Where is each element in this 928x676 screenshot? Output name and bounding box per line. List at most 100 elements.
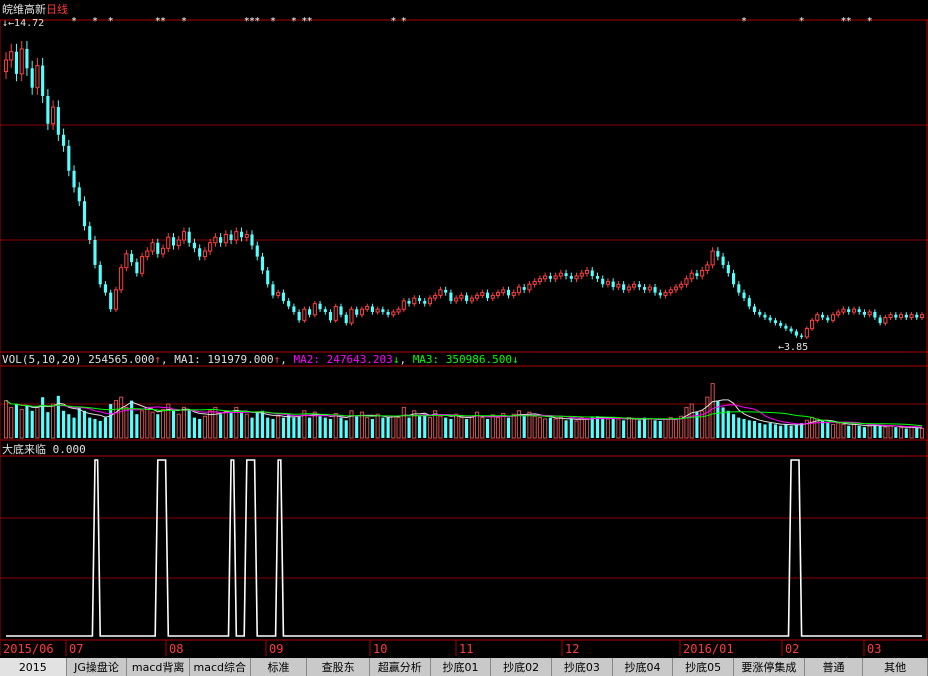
candle-body [898,314,904,319]
volume-bar [130,400,134,438]
candle-body [532,281,537,285]
candle-body [355,309,359,315]
candle-body [841,308,846,313]
volume-bar [339,417,343,438]
candle-body [710,250,715,266]
formula-tab[interactable]: 要涨停集成 [734,658,805,676]
candle-body [260,256,265,271]
candle-body [56,107,60,135]
candle-body [46,96,50,124]
volume-bar [826,423,830,438]
volume-bar [255,412,259,438]
candle-body [794,331,798,336]
volume-bar [663,418,668,439]
candle-body [469,297,474,302]
volume-bar [465,418,469,438]
candle-body [826,317,830,321]
candle-body [506,289,511,296]
stock-chart-canvas[interactable]: * * * * * * * * * * * * * * * * * * * * 2015/06 07 08 09 10 11 12… [0,0,928,658]
volume-bar [888,425,893,439]
ma2-label: MA2: [293,353,320,366]
candle-body [475,294,480,299]
volume-bar [56,395,60,438]
volume-bar [19,408,24,439]
volume-bar [883,426,888,439]
volume-bar [532,415,537,439]
candle-body [281,292,285,301]
formula-tab[interactable]: 抄底04 [613,658,674,676]
formula-tab[interactable]: 抄底05 [673,658,735,676]
formula-tab[interactable]: 查股东 [307,658,370,676]
candle-body [202,250,207,258]
formula-tab[interactable]: JG操盘论 [67,658,128,676]
candle-body [187,231,191,243]
volume-bar [800,423,804,438]
volume-bar [873,424,877,438]
candle-body [731,273,736,285]
candle-body [700,269,705,277]
volume-bar [810,417,815,439]
signal-marker: * [92,16,98,27]
formula-tab[interactable]: macd背离 [127,658,190,676]
candle-body [72,170,76,188]
formula-tab[interactable]: 抄底03 [552,658,613,676]
volume-bar [909,426,914,439]
candle-body [135,262,139,274]
candle-body [668,289,673,294]
volume-bar [14,404,19,438]
volume-bar [35,406,40,439]
date-tick-label: 09 [269,642,283,656]
volume-bar [867,425,872,439]
date-axis: 2015/06 07 08 09 10 11 12 2016/01 02 03 [0,639,928,656]
date-tick-label: 11 [459,642,473,656]
volume-bar [815,418,820,439]
signal-marker: * [867,16,873,27]
candle-body [255,245,259,257]
volume-bar [763,424,767,438]
volume-bar [140,410,145,439]
volume-bar [9,406,14,439]
candle-body [401,300,406,310]
volume-bar [223,410,228,439]
candle-body [318,303,322,310]
formula-tab[interactable]: 2015 [0,658,67,676]
formula-tab[interactable]: macd综合 [190,658,251,676]
volume-bar [459,417,464,439]
candle-body [213,236,218,244]
volume-bar [569,418,573,438]
candle-body [919,314,925,319]
high-price-value: 14.72 [14,18,45,29]
candle-body [407,300,411,304]
ma3-value: 350986.500 [445,353,513,366]
formula-tab[interactable]: 其他 [863,658,928,676]
volume-bar [287,414,291,438]
candle-body [88,226,92,240]
vol-value: 254565.000 [88,353,155,366]
signal-marker: * [799,16,805,27]
formula-tab[interactable]: 普通 [805,658,864,676]
candle-body [171,237,176,246]
volume-bar [93,418,97,438]
volume-bar [758,423,762,438]
formula-tab[interactable]: 抄底02 [491,658,552,676]
formula-tab[interactable]: 超赢分析 [370,658,431,676]
candle-body [433,294,438,299]
candle-body [647,286,652,291]
candle-body [626,286,631,291]
volume-bar [318,416,322,438]
formula-tab[interactable]: 抄底01 [431,658,492,676]
candle-body [192,242,197,249]
volume-bar [779,425,783,438]
volume-bar [396,417,401,439]
high-price-label: ↓←14.72 [2,18,44,30]
volume-bar [574,420,579,439]
indicator-line [6,459,922,637]
candle-body [454,297,459,302]
formula-tab[interactable]: 标准 [251,658,308,676]
candle-body [271,284,275,296]
candle-body [695,273,699,276]
signal-marker: * [390,16,396,27]
candle-body [569,276,573,279]
volume-bar [171,410,176,438]
volume-bar [260,410,265,438]
